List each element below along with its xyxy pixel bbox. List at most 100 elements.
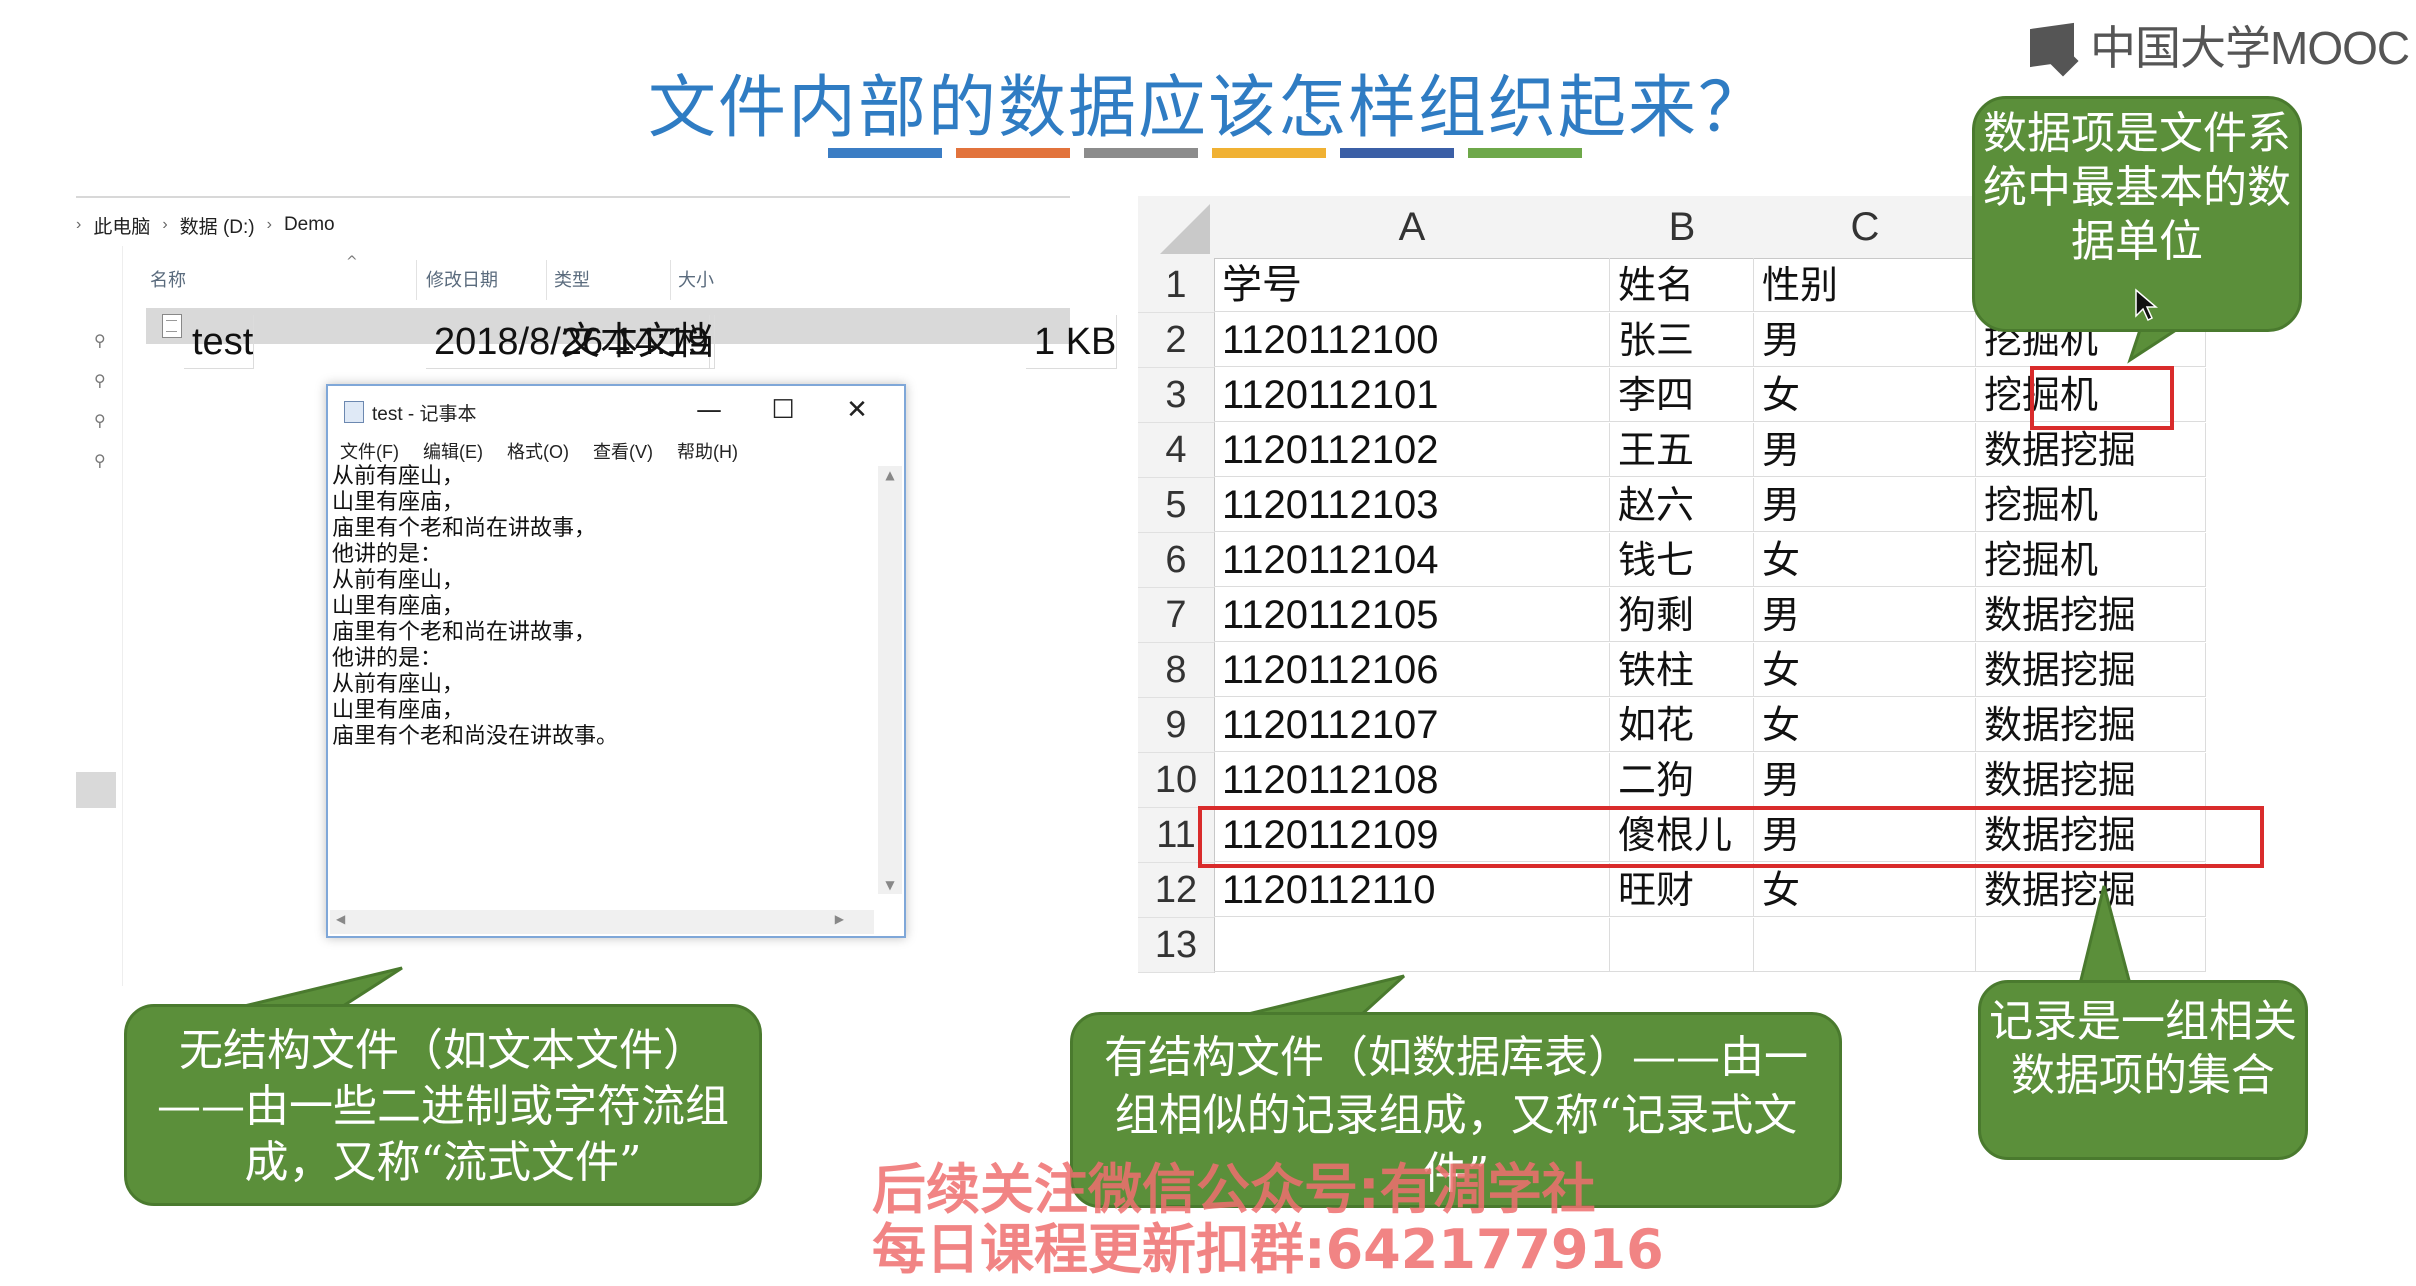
row-header[interactable]: 2 xyxy=(1138,313,1215,368)
row-header[interactable]: 10 xyxy=(1138,753,1215,808)
navigation-pane-scroll-thumb[interactable] xyxy=(76,772,116,808)
column-divider[interactable] xyxy=(416,260,417,300)
column-header-name[interactable]: 名称 xyxy=(150,266,186,292)
column-header-modified[interactable]: 修改日期 xyxy=(426,266,498,292)
sheet-cell-b[interactable]: 二狗 xyxy=(1610,753,1754,807)
sheet-cell-b[interactable]: 王五 xyxy=(1610,423,1754,477)
sheet-cell-d[interactable]: 数据挖掘 xyxy=(1976,588,2206,642)
breadcrumb[interactable]: › 此电脑 › 数据 (D:) › Demo xyxy=(76,210,335,240)
pin-icon[interactable]: ⚲ xyxy=(94,333,108,349)
column-divider[interactable] xyxy=(546,260,547,300)
sheet-cell-b[interactable] xyxy=(1610,918,1754,972)
sheet-cell-a[interactable]: 1120112107 xyxy=(1214,698,1610,752)
row-header[interactable]: 3 xyxy=(1138,368,1215,423)
sheet-cell-c[interactable]: 男 xyxy=(1754,313,1976,367)
sheet-cell-a[interactable]: 1120112102 xyxy=(1214,423,1610,477)
sheet-cell-c[interactable]: 女 xyxy=(1754,643,1976,697)
sheet-cell-a[interactable]: 1120112103 xyxy=(1214,478,1610,532)
menu-view[interactable]: 查看(V) xyxy=(593,438,653,466)
sheet-cell-d[interactable]: 数据挖掘 xyxy=(1976,753,2206,807)
sheet-cell-d[interactable]: 数据挖掘 xyxy=(1976,698,2206,752)
menu-help[interactable]: 帮助(H) xyxy=(677,438,738,466)
vertical-scrollbar[interactable]: ▲ ▼ xyxy=(878,466,902,894)
menu-edit[interactable]: 编辑(E) xyxy=(423,438,483,466)
row-header[interactable]: 13 xyxy=(1138,918,1215,973)
scroll-up-icon[interactable]: ▲ xyxy=(878,468,902,482)
sheet-cell-a[interactable]: 1120112106 xyxy=(1214,643,1610,697)
sheet-cell-c[interactable]: 女 xyxy=(1754,533,1976,587)
title-color-bar xyxy=(1084,148,1198,158)
breadcrumb-item-drive[interactable]: 数据 (D:) xyxy=(180,212,255,239)
sheet-cell-c[interactable]: 男 xyxy=(1754,423,1976,477)
sheet-cell-d[interactable]: 数据挖掘 xyxy=(1976,423,2206,477)
row-header[interactable]: 4 xyxy=(1138,423,1215,478)
sheet-cell-a[interactable]: 1120112105 xyxy=(1214,588,1610,642)
chevron-right-icon[interactable]: › xyxy=(76,216,81,234)
row-header[interactable]: 8 xyxy=(1138,643,1215,698)
sheet-cell-b[interactable]: 如花 xyxy=(1610,698,1754,752)
column-header-type[interactable]: 类型 xyxy=(554,266,590,292)
sheet-cell-c[interactable]: 男 xyxy=(1754,478,1976,532)
pin-icon[interactable]: ⚲ xyxy=(94,373,108,389)
column-header-size[interactable]: 大小 xyxy=(678,266,714,292)
column-divider[interactable] xyxy=(670,260,671,300)
sheet-cell-d[interactable]: 挖掘机 xyxy=(1976,478,2206,532)
sheet-cell-c[interactable]: 女 xyxy=(1754,368,1976,422)
file-row-test[interactable]: test 2018/8/26 14:19 文本文档 1 KB xyxy=(146,308,1118,369)
sheet-cell-a[interactable] xyxy=(1214,918,1610,972)
sheet-cell-a[interactable]: 1120112110 xyxy=(1214,863,1610,917)
sheet-cell-b[interactable]: 李四 xyxy=(1610,368,1754,422)
sheet-row: 9 1120112107 如花女数据挖掘 xyxy=(1138,698,2308,753)
column-header-a[interactable]: A xyxy=(1214,196,1611,259)
sheet-cell-b[interactable]: 赵六 xyxy=(1610,478,1754,532)
sheet-cell-c[interactable]: 女 xyxy=(1754,698,1976,752)
sheet-cell-c[interactable]: 男 xyxy=(1754,753,1976,807)
breadcrumb-item-folder[interactable]: Demo xyxy=(284,214,335,236)
sheet-cell-d[interactable]: 数据挖掘 xyxy=(1976,643,2206,697)
chevron-right-icon[interactable]: › xyxy=(162,216,167,234)
select-all-corner[interactable] xyxy=(1138,196,1215,259)
scroll-down-icon[interactable]: ▼ xyxy=(878,878,902,892)
close-icon[interactable]: ✕ xyxy=(820,388,894,432)
column-header-b[interactable]: B xyxy=(1610,196,1755,259)
chevron-right-icon[interactable]: › xyxy=(267,216,272,234)
minimize-icon[interactable]: — xyxy=(672,388,746,432)
sheet-cell-c[interactable]: 性别 xyxy=(1754,258,1976,312)
sheet-cell-c[interactable]: 女 xyxy=(1754,863,1976,917)
row-header[interactable]: 5 xyxy=(1138,478,1215,533)
sheet-cell-c[interactable]: 男 xyxy=(1754,588,1976,642)
breadcrumb-item-this-pc[interactable]: 此电脑 xyxy=(93,212,150,239)
text-file-icon xyxy=(162,314,182,338)
menu-format[interactable]: 格式(O) xyxy=(507,438,569,466)
sheet-cell-b[interactable]: 张三 xyxy=(1610,313,1754,367)
column-header-c[interactable]: C xyxy=(1754,196,1977,259)
row-header[interactable]: 6 xyxy=(1138,533,1215,588)
sheet-cell-d[interactable] xyxy=(1976,918,2206,972)
row-header[interactable]: 9 xyxy=(1138,698,1215,753)
sheet-cell-c[interactable] xyxy=(1754,918,1976,972)
menu-file[interactable]: 文件(F) xyxy=(340,438,399,466)
sheet-cell-a[interactable]: 1120112100 xyxy=(1214,313,1610,367)
sheet-cell-b[interactable]: 狗剩 xyxy=(1610,588,1754,642)
sheet-cell-a[interactable]: 学号 xyxy=(1214,258,1610,312)
sheet-cell-b[interactable]: 姓名 xyxy=(1610,258,1754,312)
sheet-cell-d[interactable]: 挖掘机 xyxy=(1976,533,2206,587)
scroll-right-icon[interactable]: ▶ xyxy=(835,912,844,926)
maximize-icon[interactable]: ☐ xyxy=(746,388,820,432)
sheet-cell-b[interactable]: 钱七 xyxy=(1610,533,1754,587)
sheet-cell-d[interactable]: 数据挖掘 xyxy=(1976,863,2206,917)
scroll-left-icon[interactable]: ◀ xyxy=(336,912,345,926)
pin-icon[interactable]: ⚲ xyxy=(94,453,108,469)
sheet-cell-b[interactable]: 旺财 xyxy=(1610,863,1754,917)
pin-icon[interactable]: ⚲ xyxy=(94,413,108,429)
sheet-cell-b[interactable]: 铁柱 xyxy=(1610,643,1754,697)
sheet-cell-a[interactable]: 1120112108 xyxy=(1214,753,1610,807)
row-header[interactable]: 7 xyxy=(1138,588,1215,643)
horizontal-scrollbar[interactable]: ◀ ▶ xyxy=(330,910,874,934)
row-header[interactable]: 12 xyxy=(1138,863,1215,918)
row-header[interactable]: 1 xyxy=(1138,258,1215,313)
sheet-cell-a[interactable]: 1120112101 xyxy=(1214,368,1610,422)
sheet-cell-a[interactable]: 1120112104 xyxy=(1214,533,1610,587)
notepad-title-bar[interactable]: test - 记事本 xyxy=(344,392,477,432)
notepad-text-area[interactable]: 从前有座山， 山里有座庙， 庙里有个老和尚在讲故事， 他讲的是： 从前有座山， … xyxy=(332,464,872,884)
